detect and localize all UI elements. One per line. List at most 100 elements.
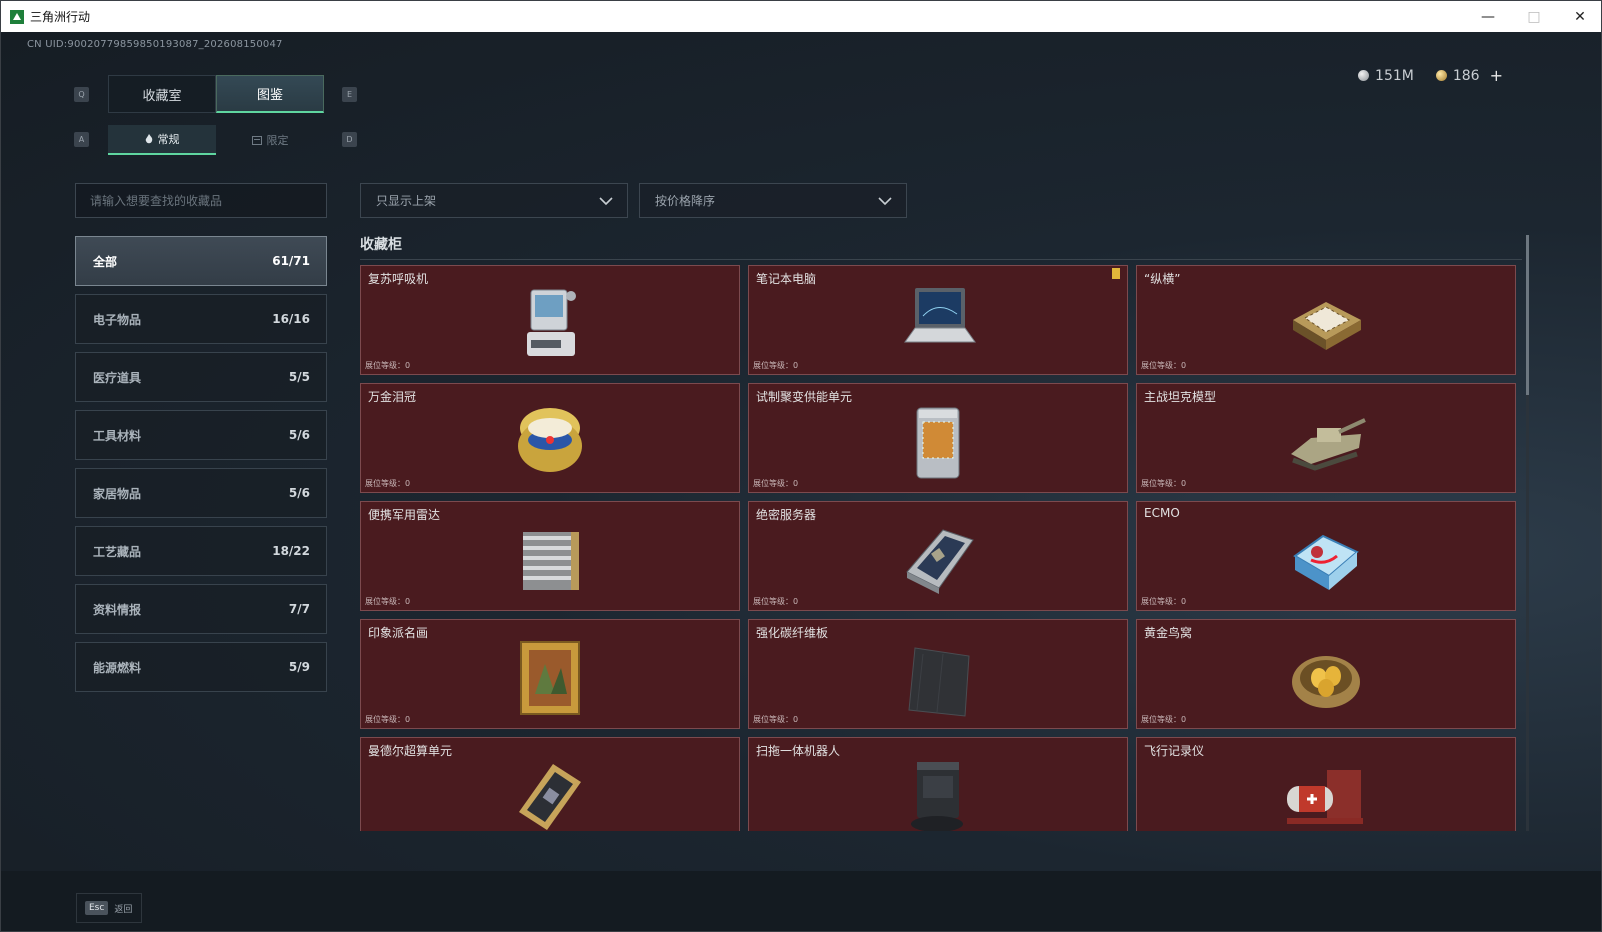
item-name: 笔记本电脑: [756, 272, 817, 286]
scrollbar-thumb[interactable]: [1526, 235, 1529, 395]
tab-catalog[interactable]: 图鉴: [216, 75, 324, 113]
item-level: 展位等级：0: [1141, 597, 1187, 606]
chessboard-icon: [1293, 302, 1361, 350]
section-divider: [360, 259, 1522, 260]
item-name: 扫拖一体机器人: [756, 744, 841, 758]
category-label: 电子物品: [93, 312, 142, 327]
main-tabs: 收藏室 图鉴: [108, 75, 324, 113]
grid-scrollbar[interactable]: [1526, 235, 1529, 831]
item-card[interactable]: “纵横” 展位等级：0: [1136, 265, 1516, 375]
window-title: 三角洲行动: [30, 10, 91, 24]
item-level: 展位等级：0: [365, 361, 411, 370]
item-name: 试制聚变供能单元: [756, 390, 853, 404]
esc-key-hint: Esc: [85, 901, 109, 915]
flame-icon: [145, 134, 152, 144]
alert-icon: [1112, 268, 1120, 279]
shelf-filter-label: 只显示上架: [376, 194, 437, 208]
limited-icon: [251, 135, 262, 145]
footer-bar: Esc 返回: [1, 871, 1601, 931]
category-label: 资料情报: [93, 602, 142, 617]
category-intel[interactable]: 资料情报 7/7: [75, 584, 327, 634]
item-level: 展位等级：0: [753, 361, 799, 370]
category-count: 5/9: [288, 660, 310, 674]
chevron-down-icon: [599, 197, 613, 206]
item-level: 展位等级：0: [1141, 715, 1187, 724]
key-hint-a: A: [74, 132, 89, 147]
game-area: CN UID:9002077985985019308​7_20260815004…: [1, 32, 1601, 902]
game-window: 三角洲行动 — □ ✕ CN UID:9002077985985019308​7…: [0, 0, 1602, 932]
item-name: 万金泪冠: [368, 390, 417, 404]
category-electronics[interactable]: 电子物品 16/16: [75, 294, 327, 344]
item-name: 复苏呼吸机: [368, 272, 429, 286]
app-logo-icon: [10, 9, 24, 24]
window-controls: — □ ✕: [1465, 1, 1601, 32]
item-name: 主战坦克模型: [1144, 390, 1217, 404]
tab-limited-label: 限定: [266, 134, 289, 147]
category-label: 工具材料: [93, 428, 142, 443]
category-count: 5/6: [288, 428, 310, 442]
item-name: ECMO: [1144, 506, 1180, 520]
category-energy[interactable]: 能源燃料 5/9: [75, 642, 327, 692]
back-button[interactable]: Esc 返回: [76, 893, 142, 923]
item-level: 展位等级：0: [1141, 361, 1187, 370]
item-card[interactable]: 便携军用雷达 展位等级：0: [360, 501, 740, 611]
section-title: 收藏柜: [360, 237, 402, 253]
radar-icon: [523, 532, 579, 590]
category-medical[interactable]: 医疗道具 5/5: [75, 352, 327, 402]
ecmo-icon: [1293, 534, 1359, 590]
item-card[interactable]: 试制聚变供能单元 展位等级：0: [748, 383, 1128, 493]
item-card[interactable]: ECMO 展位等级：0: [1136, 501, 1516, 611]
supercompute-icon: [519, 764, 581, 830]
category-label: 全部: [93, 254, 118, 269]
item-card[interactable]: 黄金鸟窝 展位等级：0: [1136, 619, 1516, 729]
search-input[interactable]: 请输入想要查找的收藏品: [75, 183, 327, 218]
item-card[interactable]: 印象派名画 展位等级：0: [360, 619, 740, 729]
category-tools[interactable]: 工具材料 5/6: [75, 410, 327, 460]
item-name: 曼德尔超算单元: [368, 744, 453, 758]
item-card[interactable]: 飞行记录仪 展位等级：0: [1136, 737, 1516, 831]
category-list: 全部 61/71 电子物品 16/16 医疗道具 5/5 工具材料 5/6 家居物品 5/…: [75, 236, 327, 700]
shelf-filter-dropdown[interactable]: 只显示上架: [360, 183, 628, 218]
golden-nest-icon: [1292, 656, 1360, 708]
item-grid-viewport: 复苏呼吸机 展位等级：0 笔记本电脑 展位等级：0 “纵横” 展位等级：0 万金…: [360, 265, 1522, 831]
tab-regular[interactable]: 常规: [108, 125, 216, 155]
sub-tabs: 常规 限定: [108, 125, 324, 155]
add-currency-button[interactable]: +: [1490, 66, 1503, 85]
category-all[interactable]: 全部 61/71: [75, 236, 327, 286]
tab-collection-room[interactable]: 收藏室: [108, 75, 216, 113]
maximize-button[interactable]: □: [1511, 1, 1557, 32]
key-hint-e: E: [342, 87, 357, 102]
silver-coin-icon: [1358, 70, 1370, 81]
item-card[interactable]: 扫拖一体机器人 展位等级：0: [748, 737, 1128, 831]
item-card[interactable]: 绝密服务器 展位等级：0: [748, 501, 1128, 611]
carbon-plate-icon: [908, 647, 970, 717]
laptop-icon: [904, 288, 976, 343]
minimize-button[interactable]: —: [1465, 1, 1511, 32]
item-card[interactable]: 主战坦克模型 展位等级：0: [1136, 383, 1516, 493]
tank-model-icon: [1291, 418, 1366, 471]
item-level: 展位等级：0: [753, 715, 799, 724]
tab-regular-label: 常规: [157, 133, 180, 146]
close-button[interactable]: ✕: [1557, 1, 1601, 32]
item-name: “纵横”: [1144, 272, 1181, 286]
item-card[interactable]: 万金泪冠 展位等级：0: [360, 383, 740, 493]
player-uid: CN UID:9002077985985019308​7_20260815004…: [27, 39, 283, 50]
item-card[interactable]: 曼德尔超算单元 展位等级：0: [360, 737, 740, 831]
category-crafts[interactable]: 工艺藏品 18/22: [75, 526, 327, 576]
silver-amount: 151M: [1375, 67, 1414, 84]
category-household[interactable]: 家居物品 5/6: [75, 468, 327, 518]
item-level: 展位等级：0: [365, 479, 411, 488]
category-label: 能源燃料: [93, 660, 142, 675]
sort-dropdown[interactable]: 按价格降序: [639, 183, 907, 218]
category-label: 医疗道具: [93, 370, 142, 385]
mop-robot-icon: [911, 762, 963, 831]
item-card[interactable]: 笔记本电脑 展位等级：0: [748, 265, 1128, 375]
tab-limited[interactable]: 限定: [216, 125, 324, 155]
item-name: 强化碳纤维板: [756, 626, 829, 640]
item-card[interactable]: 复苏呼吸机 展位等级：0: [360, 265, 740, 375]
category-count: 61/71: [272, 254, 310, 268]
back-label: 返回: [114, 904, 133, 915]
key-hint-d: D: [342, 132, 357, 147]
item-name: 黄金鸟窝: [1144, 626, 1193, 640]
item-card[interactable]: 强化碳纤维板 展位等级：0: [748, 619, 1128, 729]
